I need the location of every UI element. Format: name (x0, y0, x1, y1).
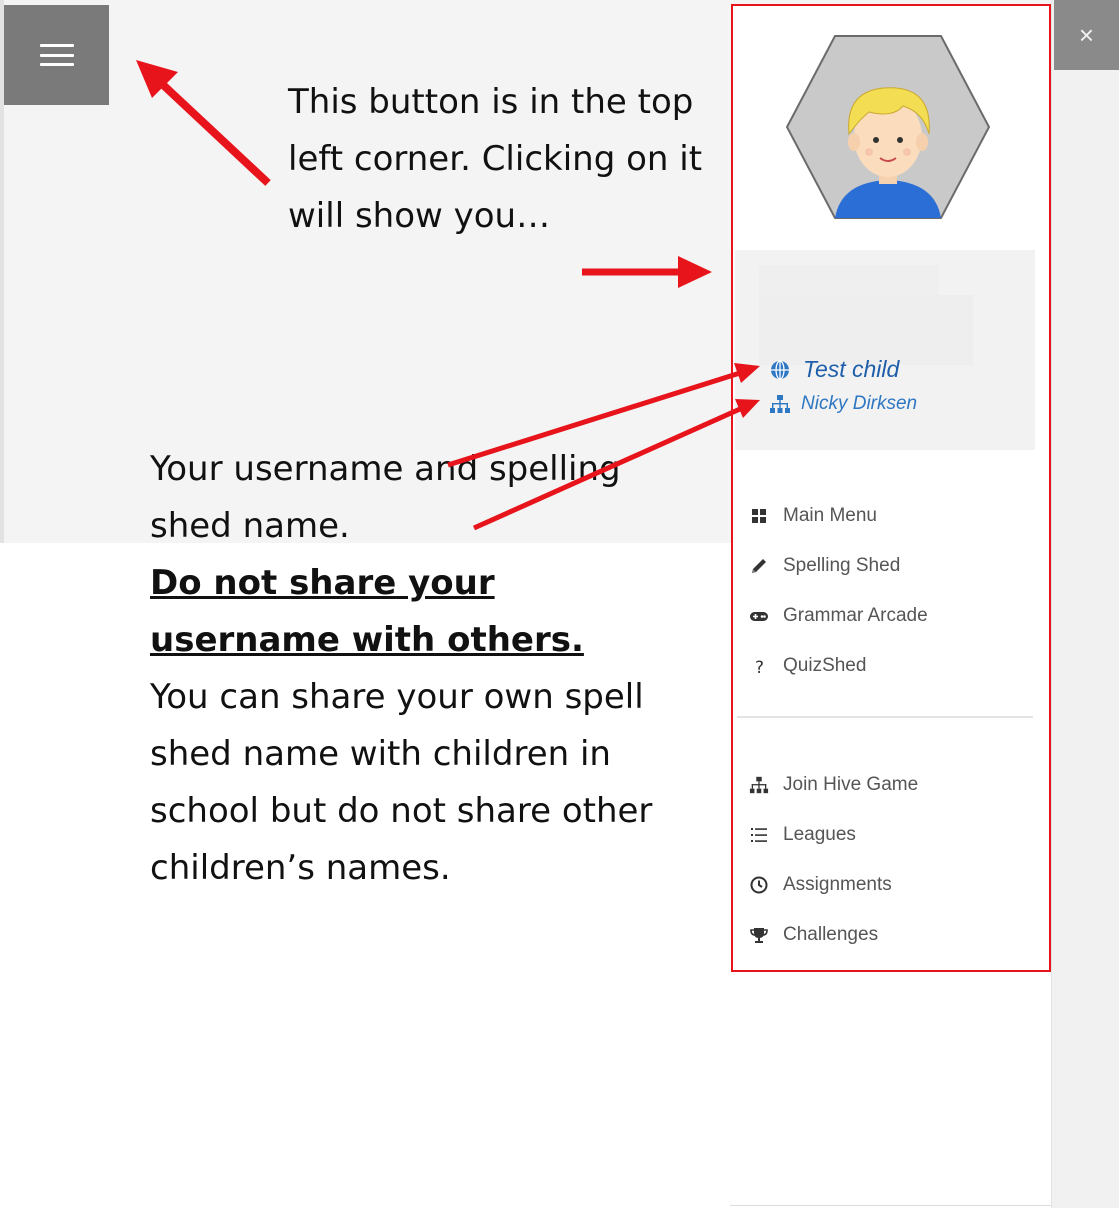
annotation-top: This button is in the top left corner. C… (288, 74, 708, 245)
clock-icon (750, 876, 768, 894)
menu-item-label: Grammar Arcade (783, 605, 928, 626)
profile-placeholder (759, 265, 939, 295)
panel-bottom-divider (730, 1205, 1051, 1206)
overlay-strip (1051, 0, 1119, 1208)
username-row: Test child (769, 356, 899, 383)
close-sidebar-button[interactable]: × (1054, 0, 1119, 70)
gamepad-icon (750, 612, 768, 621)
annotation-warning-text: Do not share your username with others. (150, 563, 584, 660)
sidebar-panel: Test child Nicky Dirksen Main Menu Spell… (731, 4, 1051, 972)
menu-item-label: Leagues (783, 824, 856, 845)
question-icon: ? (755, 658, 764, 676)
menu-item-grammar-arcade[interactable]: Grammar Arcade (749, 591, 928, 641)
hamburger-menu-button[interactable] (4, 5, 109, 105)
svg-text:?: ? (755, 658, 764, 676)
menu-item-main-menu[interactable]: Main Menu (749, 491, 928, 541)
avatar (785, 35, 991, 219)
username-text: Test child (803, 356, 900, 382)
user-info-box: Test child Nicky Dirksen (735, 250, 1035, 450)
pencil-icon (752, 559, 766, 573)
menu-item-leagues[interactable]: Leagues (749, 810, 918, 860)
menu-item-label: Challenges (783, 924, 879, 945)
hive-network-icon (749, 776, 769, 794)
menu-item-label: QuizShed (783, 655, 867, 676)
menu-item-quizshed[interactable]: ? QuizShed (749, 641, 928, 691)
annotation-left: Your username and spelling shed name. Do… (150, 441, 670, 897)
shed-name-text: Nicky Dirksen (801, 393, 918, 414)
globe-icon (771, 359, 789, 380)
menu-item-label: Assignments (783, 874, 892, 895)
hamburger-icon (39, 44, 74, 66)
menu-item-label: Join Hive Game (783, 774, 919, 795)
menu-item-challenges[interactable]: Challenges (749, 910, 918, 960)
menu-item-spelling-shed[interactable]: Spelling Shed (749, 541, 928, 591)
menu-divider (737, 716, 1033, 718)
overlay-edge (1051, 0, 1052, 1208)
list-icon (751, 828, 767, 842)
close-icon: × (1078, 19, 1095, 50)
annotation-intro-text: Your username and spelling shed name. (150, 449, 621, 546)
menu-item-label: Spelling Shed (783, 555, 901, 576)
menu-item-join-hive-game[interactable]: Join Hive Game (749, 760, 918, 810)
annotation-top-text: This button is in the top left corner. C… (288, 82, 703, 236)
hive-network-icon (770, 395, 790, 413)
shed-name-row: Nicky Dirksen (769, 393, 917, 415)
trophy-icon (750, 928, 768, 943)
annotation-body-text: You can share your own spell shed name w… (150, 677, 653, 888)
grid-icon (752, 509, 766, 523)
menu-item-assignments[interactable]: Assignments (749, 860, 918, 910)
menu-item-label: Main Menu (783, 505, 877, 526)
profile-placeholder (759, 295, 973, 365)
secondary-menu: Join Hive Game Leagues Assignments Chall… (749, 760, 918, 960)
primary-menu: Main Menu Spelling Shed Grammar Arcade ?… (749, 491, 928, 691)
